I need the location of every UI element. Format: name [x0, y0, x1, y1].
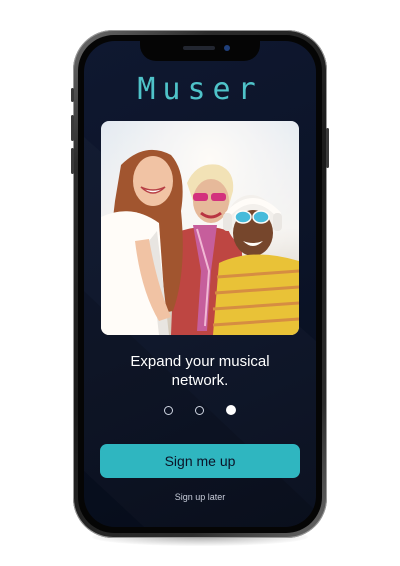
sign-up-later-link[interactable]: Sign up later: [100, 491, 300, 503]
page-dot-3-active[interactable]: [226, 405, 236, 415]
onboarding-tagline: Expand your musical network.: [130, 353, 270, 389]
earpiece-speaker: [183, 46, 215, 50]
page-indicator: [164, 403, 236, 417]
front-camera: [224, 45, 230, 51]
power-button: [326, 128, 329, 168]
volume-up-button: [71, 115, 74, 141]
device-mockup: Muser Expand your musical network. Sign …: [0, 0, 400, 566]
app-logo-title: Muser: [137, 72, 263, 107]
mute-switch: [71, 88, 74, 102]
hero-photo: [101, 121, 299, 335]
volume-down-button: [71, 148, 74, 174]
page-dot-2[interactable]: [195, 405, 204, 415]
page-dot-1[interactable]: [164, 405, 173, 415]
sign-up-button[interactable]: Sign me up: [100, 444, 300, 478]
notch: [140, 39, 260, 61]
